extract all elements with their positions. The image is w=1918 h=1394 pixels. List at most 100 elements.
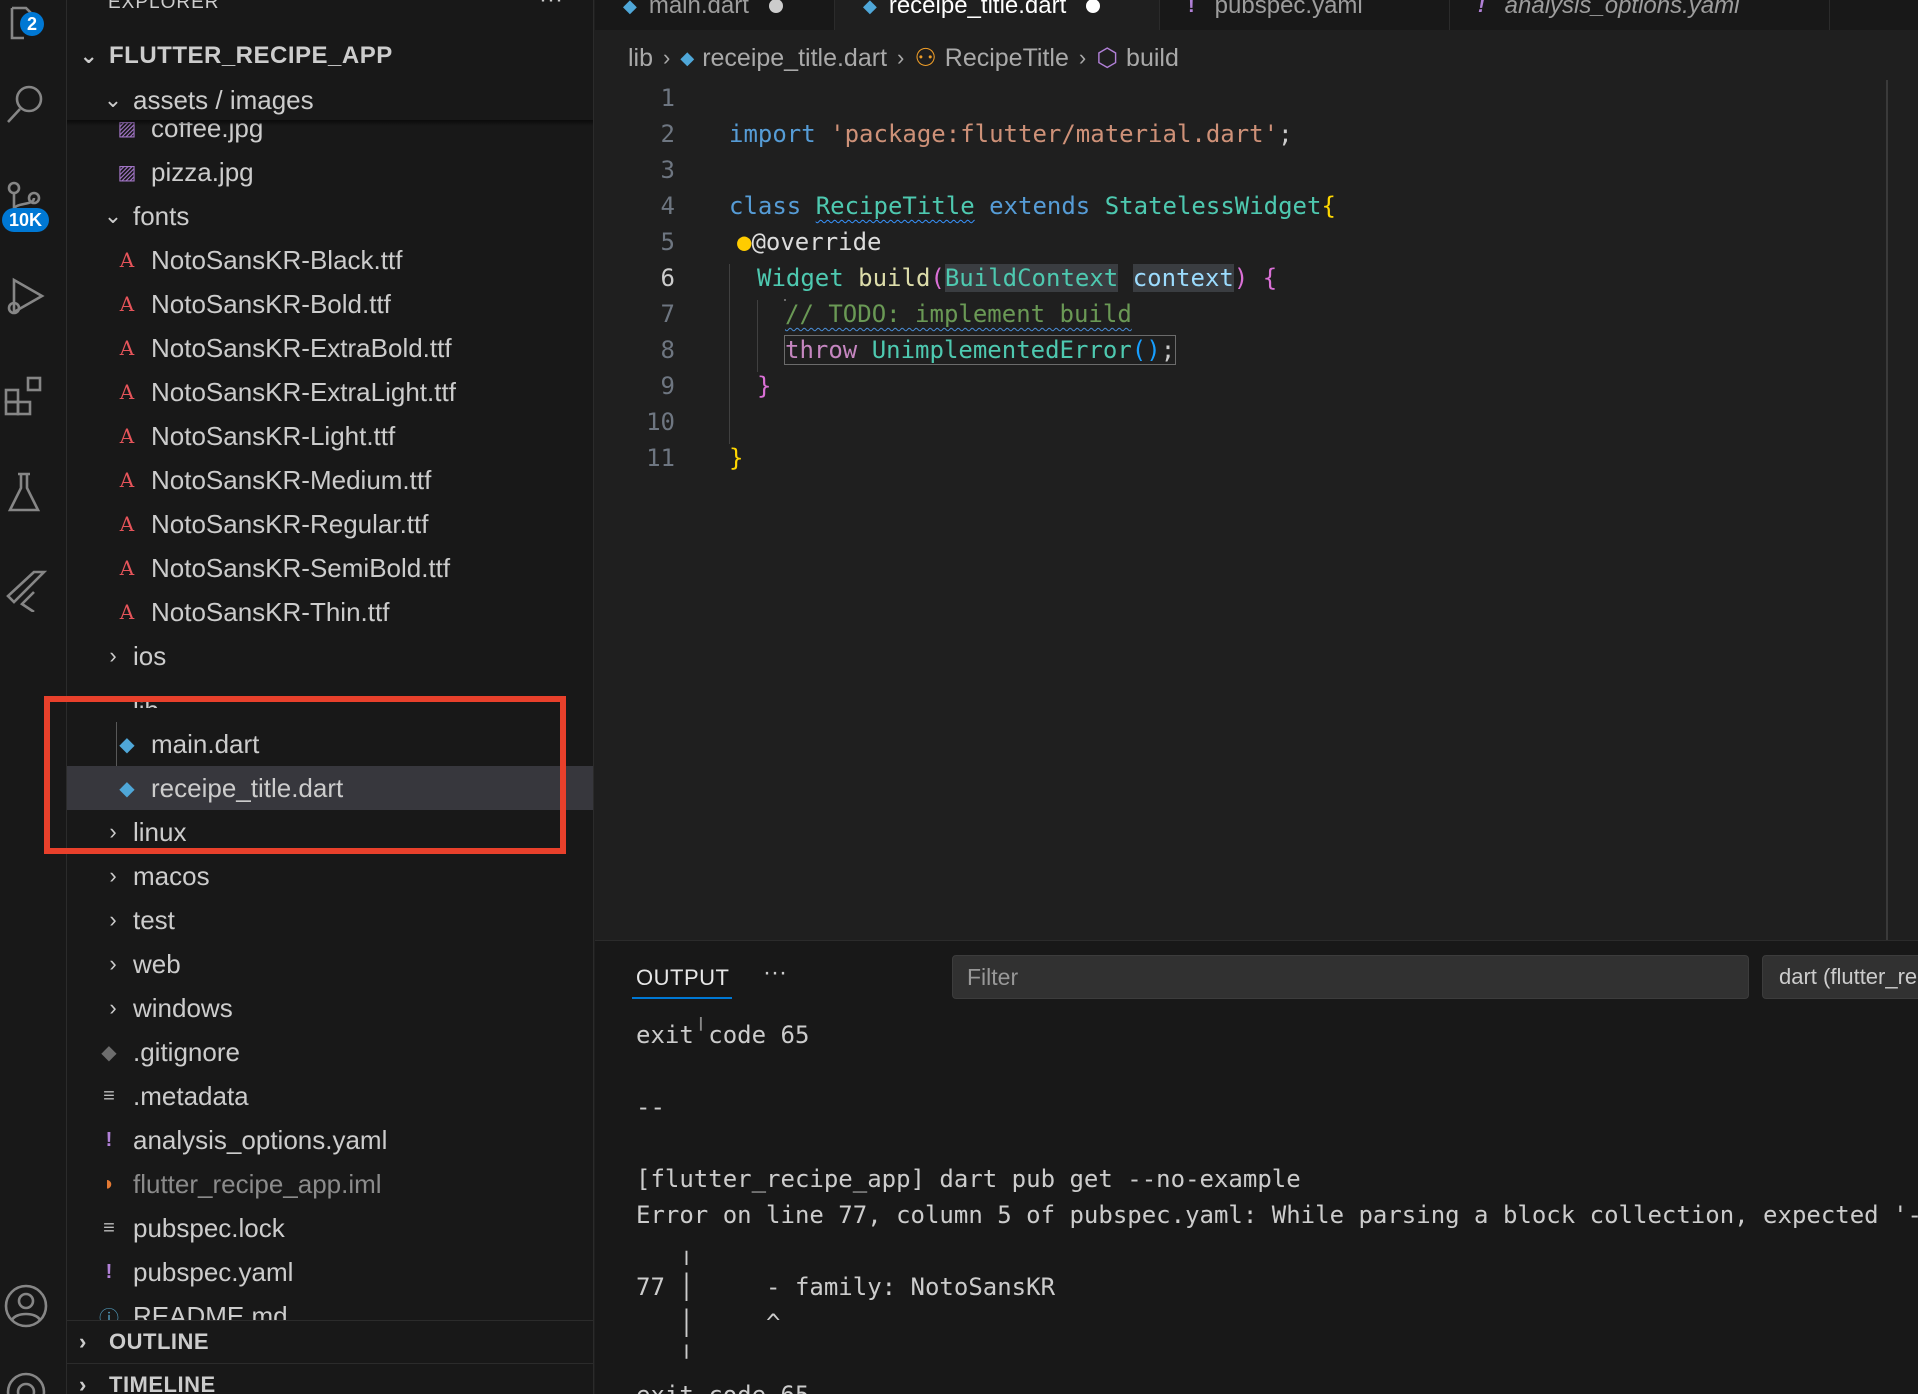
tree-item-font[interactable]: A NotoSansKR-Light.ttf xyxy=(67,414,593,458)
unsaved-dot-icon xyxy=(1086,0,1101,13)
breadcrumb-method[interactable]: build xyxy=(1126,44,1179,73)
tree-item-font[interactable]: A NotoSansKR-Black.ttf xyxy=(67,238,593,282)
tree-folder-lib[interactable]: ⌄ lib xyxy=(67,678,593,708)
yaml-icon: ! xyxy=(1478,0,1485,17)
tab-main-dart[interactable]: ◆ main.dart xyxy=(595,0,835,30)
output-line: 77 │ - family: NotoSansKR xyxy=(636,1273,1056,1301)
tree-item-analysis-options[interactable]: ! analysis_options.yaml xyxy=(67,1118,593,1162)
tree-folder-ios[interactable]: › ios xyxy=(67,634,593,678)
output-filter-input[interactable]: Filter xyxy=(952,955,1749,999)
tree-item-font[interactable]: A NotoSansKR-Bold.ttf xyxy=(67,282,593,326)
editor-scrollbar[interactable] xyxy=(1886,80,1888,940)
tree-item-pubspec-yaml[interactable]: ! pubspec.yaml xyxy=(67,1250,593,1294)
tree-folder-assets-images[interactable]: ⌄ assets / images xyxy=(67,78,593,122)
explorer-more-icon[interactable]: ··· xyxy=(539,0,563,14)
explorer-sidebar: EXPLORER ··· ⌄ FLUTTER_RECIPE_APP ▨ coff… xyxy=(67,0,594,1394)
tree-folder-test[interactable]: › test xyxy=(67,898,593,942)
tree-folder-macos[interactable]: › macos xyxy=(67,854,593,898)
timeline-section[interactable]: › TIMELINE xyxy=(67,1363,593,1394)
tree-folder-label: fonts xyxy=(133,200,190,231)
breadcrumb-file[interactable]: receipe_title.dart xyxy=(702,44,887,73)
output-line: Error on line 77, column 5 of pubspec.ya… xyxy=(636,1201,1918,1229)
tab-output[interactable]: OUTPUT xyxy=(636,965,729,991)
code-editor[interactable]: 1 2 3 4 5 6 7 8 9 10 11 import 'package:… xyxy=(595,78,1918,938)
extensions-icon[interactable] xyxy=(0,364,52,424)
dart-file-icon: ◆ xyxy=(623,0,637,16)
tree-folder-web[interactable]: › web xyxy=(67,942,593,986)
paren: ( xyxy=(930,264,945,292)
panel-more-icon[interactable]: ··· xyxy=(763,959,787,987)
tree-item-pizza[interactable]: ▨ pizza.jpg xyxy=(67,150,593,194)
chevron-right-icon: › xyxy=(109,907,117,932)
font-file-icon: A xyxy=(119,556,135,580)
chevron-right-icon: › xyxy=(109,951,117,976)
lightbulb-icon[interactable]: ● xyxy=(737,228,751,256)
font-file-icon: A xyxy=(119,292,135,316)
chevron-right-icon: › xyxy=(109,863,117,888)
sticky-shadow xyxy=(67,120,593,126)
tree-item-receipe-title-dart[interactable]: ◆ receipe_title.dart xyxy=(67,766,593,810)
code-line-6: Widget build(BuildContext context) { xyxy=(757,264,1277,292)
git-icon: ◆ xyxy=(101,1041,117,1064)
breadcrumb-folder[interactable]: lib xyxy=(628,44,653,73)
tree-item-label: NotoSansKR-Medium.ttf xyxy=(151,464,432,495)
tree-item-font[interactable]: A NotoSansKR-Regular.ttf xyxy=(67,502,593,546)
tree-item-font[interactable]: A NotoSansKR-SemiBold.ttf xyxy=(67,546,593,590)
tree-item-pubspec-lock[interactable]: ≡ pubspec.lock xyxy=(67,1206,593,1250)
project-root-folder[interactable]: ⌄ FLUTTER_RECIPE_APP xyxy=(67,34,593,78)
run-debug-icon[interactable] xyxy=(0,266,52,326)
tree-item-main-dart[interactable]: ◆ main.dart xyxy=(67,722,593,766)
outline-label: OUTLINE xyxy=(109,1328,210,1354)
output-line: exit code 65 xyxy=(636,1021,810,1049)
indent-guide xyxy=(729,264,730,444)
chevron-right-icon: › xyxy=(109,819,117,844)
chevron-down-icon: ⌄ xyxy=(103,87,123,112)
tab-receipe-title-dart[interactable]: ◆ receipe_title.dart xyxy=(835,0,1160,30)
class-symbol-icon: ⚇ xyxy=(914,44,937,72)
flutter-icon[interactable] xyxy=(0,560,52,620)
tree-item-label: NotoSansKR-Light.ttf xyxy=(151,420,396,451)
brace: { xyxy=(1321,192,1336,220)
tree-item-font[interactable]: A NotoSansKR-Thin.ttf xyxy=(67,590,593,634)
output-line: ╷ xyxy=(636,1237,694,1265)
account-icon[interactable] xyxy=(0,1276,52,1336)
testing-flask-icon[interactable] xyxy=(0,462,52,522)
output-channel-select[interactable]: dart (flutter_recipe_app) xyxy=(1762,955,1918,999)
project-label: FLUTTER_RECIPE_APP xyxy=(109,42,393,69)
outline-section[interactable]: › OUTLINE xyxy=(67,1320,593,1362)
explorer-badge: 2 xyxy=(20,12,45,36)
output-line: │ ^ xyxy=(636,1309,781,1337)
source-control-badge: 10K xyxy=(2,208,50,232)
output-line: [flutter_recipe_app] dart pub get --no-e… xyxy=(636,1165,1301,1193)
tree-item-font[interactable]: A NotoSansKR-ExtraLight.ttf xyxy=(67,370,593,414)
tab-analysis-options-yaml[interactable]: ! analysis_options.yaml xyxy=(1450,0,1830,30)
tree-item-label: NotoSansKR-ExtraLight.ttf xyxy=(151,376,456,407)
return-type: Widget xyxy=(757,264,844,292)
line-number: 7 xyxy=(660,300,675,328)
breadcrumb-class[interactable]: RecipeTitle xyxy=(945,44,1069,73)
line-number: 11 xyxy=(646,444,675,472)
tree-item-metadata[interactable]: ≡ .metadata xyxy=(67,1074,593,1118)
code-line-5: ●@override xyxy=(737,228,882,256)
tree-item-label: pubspec.lock xyxy=(133,1212,285,1243)
search-icon[interactable] xyxy=(0,74,52,134)
code-line-4: class RecipeTitle extends StatelessWidge… xyxy=(729,192,1336,220)
tab-pubspec-yaml[interactable]: ! pubspec.yaml xyxy=(1160,0,1450,30)
tree-folder-label: test xyxy=(133,904,175,935)
tree-item-font[interactable]: A NotoSansKR-Medium.ttf xyxy=(67,458,593,502)
tree-folder-linux[interactable]: › linux xyxy=(67,810,593,854)
indent-guide xyxy=(757,300,758,372)
settings-gear-icon[interactable] xyxy=(0,1362,52,1394)
tree-folder-label: linux xyxy=(133,816,187,847)
lines-icon: ≡ xyxy=(103,1216,115,1239)
timeline-label: TIMELINE xyxy=(109,1371,216,1394)
keyword-import: import xyxy=(729,120,816,148)
tree-folder-fonts[interactable]: ⌄ fonts xyxy=(67,194,593,238)
tab-label: receipe_title.dart xyxy=(888,0,1067,19)
unsaved-dot-icon xyxy=(768,0,783,13)
tree-item-font[interactable]: A NotoSansKR-ExtraBold.ttf xyxy=(67,326,593,370)
tree-item-iml[interactable]: ◗ flutter_recipe_app.iml xyxy=(67,1162,593,1206)
tree-folder-windows[interactable]: › windows xyxy=(67,986,593,1030)
tree-item-gitignore[interactable]: ◆ .gitignore xyxy=(67,1030,593,1074)
yaml-icon: ! xyxy=(105,1260,113,1283)
